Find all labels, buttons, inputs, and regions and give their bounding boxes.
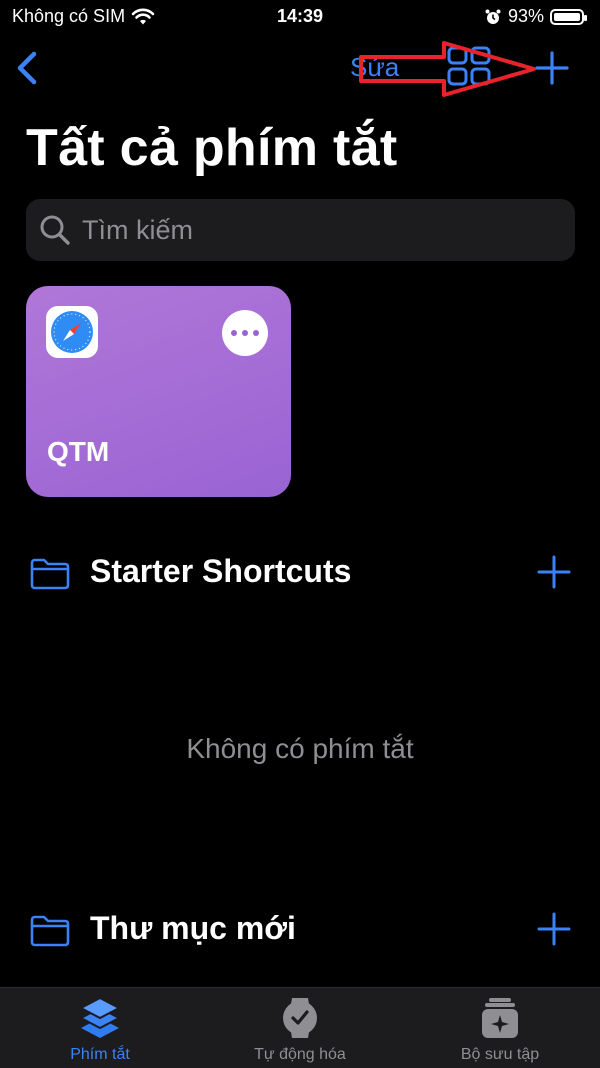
more-dot-icon <box>231 330 237 336</box>
annotation-arrow-icon <box>359 41 536 97</box>
search-input[interactable]: Tìm kiếm <box>26 199 575 261</box>
tab-bar: Phím tắt Tự động hóa Bộ sưu tập <box>0 987 600 1068</box>
folder-title: Starter Shortcuts <box>90 553 352 589</box>
add-shortcut-button[interactable] <box>532 48 572 88</box>
folder-add-button[interactable] <box>536 554 572 590</box>
safari-icon <box>46 306 98 358</box>
shortcut-label: QTM <box>47 436 110 467</box>
empty-folder-text: Không có phím tắt <box>186 733 414 764</box>
tab-label: Tự động hóa <box>254 1046 346 1063</box>
folder-add-button[interactable] <box>536 911 572 947</box>
folder-icon <box>30 915 70 947</box>
battery-icon <box>550 8 587 25</box>
search-placeholder: Tìm kiếm <box>82 214 193 245</box>
page-title: Tất cả phím tắt <box>26 119 398 177</box>
status-battery: 93% <box>484 6 587 27</box>
battery-level <box>554 12 580 21</box>
alarm-icon <box>485 9 501 24</box>
tab-label: Phím tắt <box>70 1046 130 1063</box>
tab-gallery[interactable]: Bộ sưu tập <box>400 988 600 1068</box>
more-options-button[interactable] <box>222 310 268 356</box>
gallery-icon <box>482 998 518 1038</box>
more-dot-icon <box>253 330 259 336</box>
tab-shortcuts[interactable]: Phím tắt <box>0 988 200 1068</box>
clock-icon <box>283 998 317 1038</box>
folder-title: Thư mục mới <box>90 910 296 946</box>
folder-new[interactable]: Thư mục mới <box>26 906 574 956</box>
folder-icon <box>30 558 70 590</box>
tab-label: Bộ sưu tập <box>460 1046 540 1063</box>
more-dot-icon <box>242 330 248 336</box>
layers-icon <box>78 996 122 1038</box>
shortcut-card[interactable]: QTM <box>26 286 291 497</box>
tab-automation[interactable]: Tự động hóa <box>200 988 400 1068</box>
folder-starter-shortcuts[interactable]: Starter Shortcuts <box>26 549 574 599</box>
back-chevron-icon[interactable] <box>12 48 42 88</box>
search-icon <box>40 215 70 245</box>
